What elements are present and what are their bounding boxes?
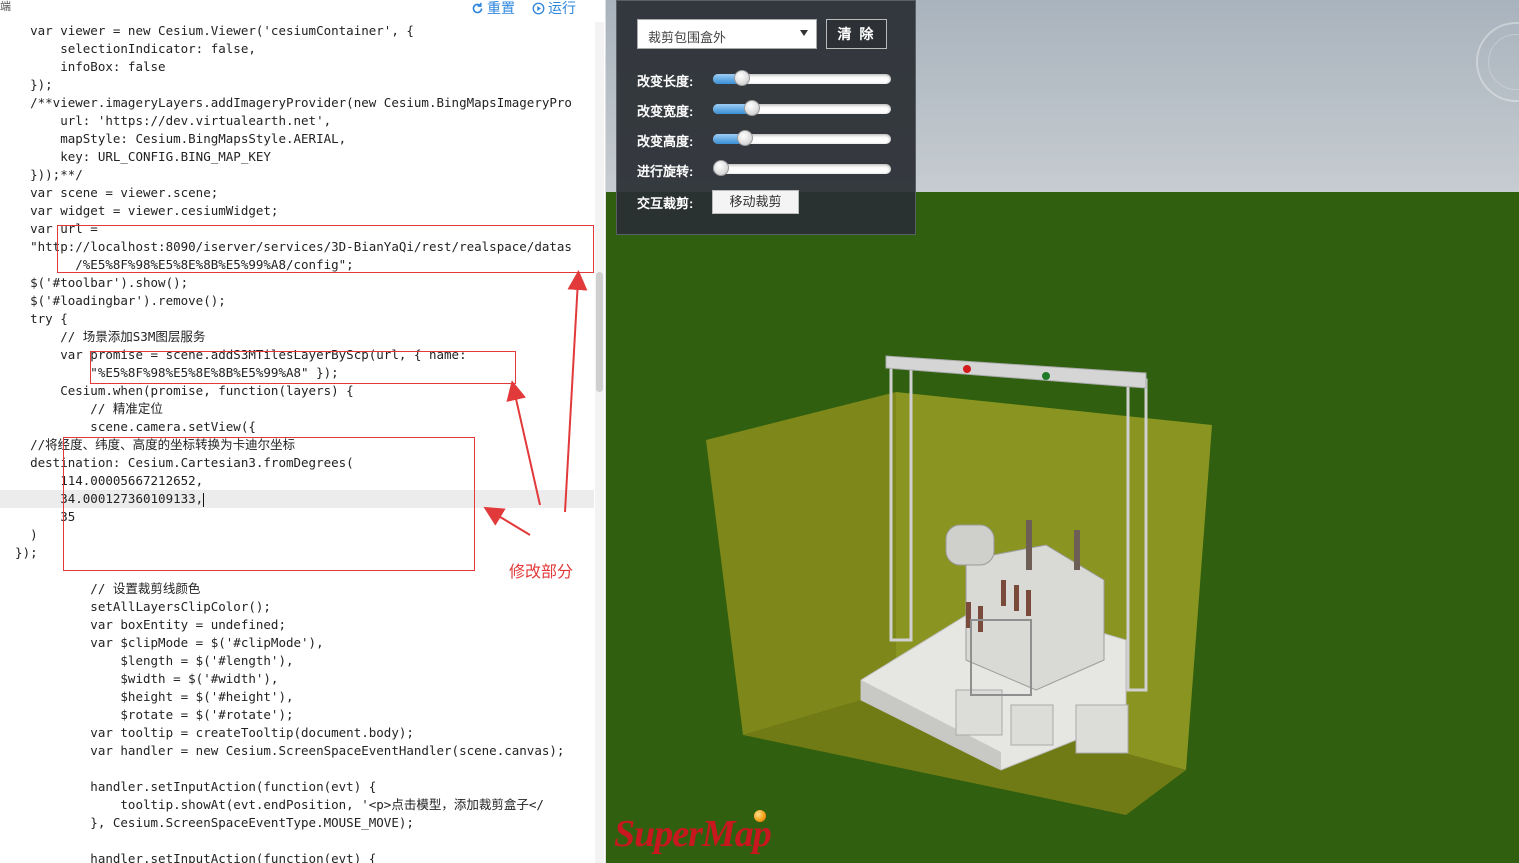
code-line[interactable]: 34.000127360109133,: [0, 490, 594, 508]
length-label: 改变长度:: [637, 74, 694, 89]
code-line[interactable]: });: [0, 76, 594, 94]
height-slider-row: 改变高度:: [637, 129, 897, 149]
editor-scrollbar[interactable]: [595, 22, 604, 863]
code-line[interactable]: handler.setInputAction(function(evt) {: [0, 778, 594, 796]
code-line[interactable]: var handler = new Cesium.ScreenSpaceEven…: [0, 742, 594, 760]
annotation-label: 修改部分: [509, 564, 574, 581]
code-line[interactable]: }));**/: [0, 166, 594, 184]
editor-scroll-thumb[interactable]: [596, 272, 603, 392]
foundation-block-1: [955, 689, 1003, 736]
chevron-down-icon: [800, 30, 808, 36]
rotate-slider[interactable]: [713, 164, 891, 174]
code-editor[interactable]: 端 重置 运行 var viewer = new Cesium.Viewer('…: [0, 0, 606, 863]
code-line[interactable]: $('#toolbar').show();: [0, 274, 594, 292]
editor-title-fragment: 端: [0, 0, 11, 13]
scene-viewer[interactable]: 裁剪包围盒外 清 除 改变长度: 改变宽度: 改变高度: 进行旋转: 交互裁剪:…: [606, 0, 1519, 863]
code-line[interactable]: }, Cesium.ScreenSpaceEventType.MOUSE_MOV…: [0, 814, 594, 832]
code-line[interactable]: $height = $('#height'),: [0, 688, 594, 706]
foundation-block-2: [1010, 704, 1054, 746]
gantry-red-light: [963, 365, 971, 373]
code-line[interactable]: var promise = scene.addS3MTilesLayerBySc…: [0, 346, 594, 364]
code-line[interactable]: $rotate = $('#rotate');: [0, 706, 594, 724]
code-line[interactable]: 114.00005667212652,: [0, 472, 594, 490]
play-circle-icon: [532, 2, 545, 14]
bushing-1: [1026, 520, 1032, 570]
gantry-green-light: [1042, 372, 1050, 380]
code-line[interactable]: handler.setInputAction(function(evt) {: [0, 850, 594, 863]
code-line[interactable]: var url =: [0, 220, 594, 238]
clip-mode-select[interactable]: 裁剪包围盒外: [637, 19, 817, 49]
code-lines[interactable]: var viewer = new Cesium.Viewer('cesiumCo…: [0, 22, 594, 863]
code-line[interactable]: $length = $('#length'),: [0, 652, 594, 670]
foundation-block-3: [1075, 704, 1129, 754]
bushing-4: [1014, 585, 1019, 611]
code-line[interactable]: var tooltip = createTooltip(document.bod…: [0, 724, 594, 742]
transformer-conservator: [945, 524, 995, 566]
interactive-clip-label: 交互裁剪:: [637, 196, 694, 211]
editor-toolbar: 端 重置 运行: [0, 0, 605, 22]
clip-control-panel: 裁剪包围盒外 清 除 改变长度: 改变宽度: 改变高度: 进行旋转: 交互裁剪:…: [616, 0, 916, 235]
code-line[interactable]: "%E5%8F%98%E5%8E%8B%E5%99%A8" });: [0, 364, 594, 382]
bushing-2: [1074, 530, 1080, 570]
width-slider-thumb[interactable]: [743, 100, 760, 116]
width-slider-row: 改变宽度:: [637, 99, 897, 119]
code-line[interactable]: // 精准定位: [0, 400, 594, 418]
code-line[interactable]: var scene = viewer.scene;: [0, 184, 594, 202]
code-line[interactable]: /**viewer.imageryLayers.addImageryProvid…: [0, 94, 594, 112]
code-line[interactable]: // 设置裁剪线颜色: [0, 580, 594, 598]
code-line[interactable]: $width = $('#width'),: [0, 670, 594, 688]
code-line[interactable]: [0, 562, 594, 580]
code-line[interactable]: var $clipMode = $('#clipMode'),: [0, 634, 594, 652]
width-slider[interactable]: [713, 104, 891, 114]
code-line[interactable]: [0, 832, 594, 850]
move-clip-button[interactable]: 移动裁剪: [712, 190, 799, 214]
code-line[interactable]: selectionIndicator: false,: [0, 40, 594, 58]
code-line[interactable]: destination: Cesium.Cartesian3.fromDegre…: [0, 454, 594, 472]
supermap-logo: SuperMap: [614, 813, 772, 855]
reset-label: 重置: [487, 0, 515, 16]
rotate-slider-thumb[interactable]: [713, 160, 729, 176]
code-line[interactable]: $('#loadingbar').remove();: [0, 292, 594, 310]
code-line[interactable]: var viewer = new Cesium.Viewer('cesiumCo…: [0, 22, 594, 40]
code-line[interactable]: infoBox: false: [0, 58, 594, 76]
run-label: 运行: [548, 0, 576, 16]
code-line[interactable]: var widget = viewer.cesiumWidget;: [0, 202, 594, 220]
height-label: 改变高度:: [637, 134, 694, 149]
refresh-icon: [472, 2, 483, 13]
code-line[interactable]: mapStyle: Cesium.BingMapsStyle.AERIAL,: [0, 130, 594, 148]
code-line[interactable]: try {: [0, 310, 594, 328]
code-line[interactable]: /%E5%8F%98%E5%8E%8B%E5%99%A8/config";: [0, 256, 594, 274]
width-label: 改变宽度:: [637, 104, 694, 119]
length-slider-row: 改变长度:: [637, 69, 897, 89]
code-line[interactable]: ): [0, 526, 594, 544]
code-line[interactable]: url: 'https://dev.virtualearth.net',: [0, 112, 594, 130]
length-slider-thumb[interactable]: [734, 70, 751, 86]
code-line[interactable]: //将经度、纬度、高度的坐标转换为卡迪尔坐标: [0, 436, 594, 454]
rotate-slider-row: 进行旋转:: [637, 159, 897, 179]
logo-orb: [754, 810, 766, 822]
code-line[interactable]: });: [0, 544, 594, 562]
code-line[interactable]: key: URL_CONFIG.BING_MAP_KEY: [0, 148, 594, 166]
code-line[interactable]: // 场景添加S3M图层服务: [0, 328, 594, 346]
clear-button[interactable]: 清 除: [826, 19, 887, 49]
bushing-5: [1026, 590, 1031, 616]
code-line[interactable]: setAllLayersClipColor();: [0, 598, 594, 616]
code-line[interactable]: Cesium.when(promise, function(layers) {: [0, 382, 594, 400]
text-caret: [203, 492, 205, 507]
run-button[interactable]: 运行: [532, 0, 576, 18]
code-line[interactable]: scene.camera.setView({: [0, 418, 594, 436]
code-line[interactable]: [0, 760, 594, 778]
code-line[interactable]: var boxEntity = undefined;: [0, 616, 594, 634]
clip-mode-value: 裁剪包围盒外: [648, 30, 727, 45]
rotate-label: 进行旋转:: [637, 164, 694, 179]
code-line[interactable]: 35: [0, 508, 594, 526]
code-line[interactable]: tooltip.showAt(evt.endPosition, '<p>点击模型…: [0, 796, 594, 814]
code-line[interactable]: "http://localhost:8090/iserver/services/…: [0, 238, 594, 256]
reset-button[interactable]: 重置: [471, 0, 515, 18]
bushing-3: [1001, 580, 1006, 606]
